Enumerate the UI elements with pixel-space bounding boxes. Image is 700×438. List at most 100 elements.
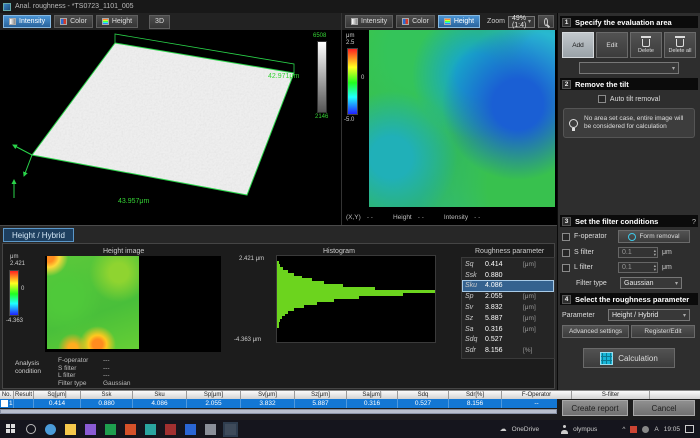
l-filter-checkbox[interactable]	[562, 264, 570, 272]
zoom-dropdown[interactable]: 49%(1:4)▾	[508, 16, 535, 28]
results-cell: 0.414	[34, 399, 81, 408]
2d-scale-unit: μm	[346, 33, 354, 39]
section-tilt-header: 2 Remove the tilt	[560, 78, 698, 90]
add-area-button[interactable]: Add	[562, 32, 594, 58]
notification-icon[interactable]	[685, 425, 694, 433]
clock[interactable]: 19:05	[664, 426, 680, 433]
status-value: - -	[367, 214, 373, 221]
f-operator-checkbox[interactable]	[562, 233, 570, 241]
status-label: Height	[393, 214, 412, 221]
intensity-button-3d[interactable]: Intensity	[3, 15, 51, 28]
roughness-row[interactable]: Ssk0.880	[463, 270, 553, 281]
tray-app-icon[interactable]	[630, 426, 637, 433]
intensity-icon	[351, 18, 358, 25]
status-value: - -	[474, 214, 480, 221]
condition-value: ---	[103, 372, 110, 379]
results-cell: --	[502, 399, 557, 408]
filter-type-dropdown[interactable]: Gaussian▾	[620, 277, 682, 289]
explorer-icon[interactable]	[65, 424, 76, 435]
teams-icon[interactable]	[145, 424, 156, 435]
app-active-icon[interactable]	[225, 424, 236, 435]
height-image[interactable]	[47, 256, 139, 349]
auto-tilt-checkbox[interactable]	[598, 95, 606, 103]
results-cell: 8.156	[449, 399, 502, 408]
word-icon[interactable]	[185, 424, 196, 435]
s-filter-input[interactable]: 0.1▴▾	[618, 247, 658, 258]
tilt-note-text: No area set case, entire image will be c…	[584, 115, 689, 131]
tilt-note-box: No area set case, entire image will be c…	[563, 108, 695, 138]
height-colorbar	[347, 48, 358, 115]
results-table-row[interactable]: ✓10.4140.8804.0862.0553.8325.8870.3160.5…	[0, 399, 557, 408]
excel-icon[interactable]	[105, 424, 116, 435]
3d-mode-button[interactable]: 3D	[149, 15, 170, 29]
user-label[interactable]: olympus	[573, 426, 597, 433]
powerpoint-icon[interactable]	[125, 424, 136, 435]
calculation-button[interactable]: Calculation	[583, 348, 675, 368]
parameter-label: Parameter	[562, 312, 604, 319]
results-header-cell: Ssk	[81, 391, 133, 399]
area-select-dropdown[interactable]: ▾	[579, 62, 679, 74]
height-button-2d[interactable]: Height	[438, 15, 480, 28]
height-icon	[102, 18, 109, 25]
roughness-row[interactable]: Sdr8.156[%]	[463, 345, 553, 356]
edit-area-button[interactable]: Edit	[596, 32, 628, 58]
create-report-button[interactable]: Create report	[562, 400, 628, 416]
l-filter-input[interactable]: 0.1▴▾	[618, 262, 658, 273]
start-button[interactable]	[6, 424, 16, 434]
results-cell: 3.832	[241, 399, 295, 408]
magnifier-button[interactable]	[538, 15, 554, 28]
s-filter-checkbox[interactable]	[562, 249, 570, 257]
roughness-row[interactable]: Sku4.086	[463, 281, 553, 292]
delete-all-button[interactable]: Delete all	[664, 32, 696, 58]
roughness-row[interactable]: Sq0.414[μm]	[463, 259, 553, 270]
section-parameter-header: 4 Select the roughness parameter	[560, 293, 698, 305]
2d-scale-mid: 0	[361, 75, 364, 81]
register-edit-button[interactable]: Register/Edit	[631, 325, 695, 338]
chrome-icon[interactable]	[45, 424, 56, 435]
roughness-row[interactable]: Sv3.832[μm]	[463, 302, 553, 313]
app-purple-icon[interactable]	[85, 424, 96, 435]
results-header-cell: Sdr[%]	[449, 391, 502, 399]
condition-label: S filter	[58, 365, 76, 372]
roughness-row[interactable]: Sdq0.527	[463, 335, 553, 346]
toolbar-3d: Intensity Color Height 3D	[0, 13, 341, 30]
results-header-cell: Result	[14, 391, 34, 399]
language-indicator[interactable]: A	[654, 426, 658, 433]
tray-expand-arrow[interactable]: ^	[622, 426, 625, 433]
filter-type-label: Filter type	[576, 280, 616, 287]
results-header-cell: Sz[μm]	[295, 391, 347, 399]
magnifier-icon	[544, 18, 548, 26]
app-darkred-icon[interactable]	[165, 424, 176, 435]
app-gray-icon[interactable]	[205, 424, 216, 435]
results-header-cell: Sdq	[398, 391, 449, 399]
color-button-3d[interactable]: Color	[54, 15, 93, 28]
results-header-cell: Sq[μm]	[34, 391, 81, 399]
row-checkbox[interactable]: ✓	[1, 400, 8, 407]
results-header-cell: Sa[μm]	[347, 391, 398, 399]
onedrive-label[interactable]: OneDrive	[512, 426, 539, 433]
tab-height-hybrid[interactable]: Height / Hybrid	[3, 228, 74, 242]
color-button-2d[interactable]: Color	[396, 15, 435, 28]
tray-settings-icon[interactable]	[642, 426, 649, 433]
condition-value: ---	[103, 357, 110, 364]
intensity-button-2d[interactable]: Intensity	[345, 15, 393, 28]
roughness-row[interactable]: Sz5.887[μm]	[463, 313, 553, 324]
height-button-3d[interactable]: Height	[96, 15, 138, 28]
auto-tilt-label: Auto tilt removal	[610, 96, 660, 103]
cortana-icon[interactable]	[26, 424, 36, 434]
results-cell: 2.055	[187, 399, 241, 408]
delete-area-button[interactable]: Delete	[630, 32, 662, 58]
horizontal-scrollbar[interactable]	[0, 409, 557, 414]
form-removal-button[interactable]: Form removal	[618, 230, 690, 243]
results-header-cell: S-filter	[572, 391, 650, 399]
parameter-dropdown[interactable]: Height / Hybrid▾	[608, 309, 690, 321]
surface-3d-canvas[interactable]	[0, 30, 341, 225]
roughness-row[interactable]: Sa0.316[μm]	[463, 324, 553, 335]
condition-label: L filter	[58, 372, 75, 379]
advanced-settings-button[interactable]: Advanced settings	[562, 325, 629, 338]
app-icon	[3, 3, 11, 11]
height-map-2d[interactable]	[369, 30, 555, 207]
filter-help-icon[interactable]: ?	[692, 217, 696, 226]
cancel-button[interactable]: Cancel	[633, 400, 695, 416]
roughness-row[interactable]: Sp2.055[μm]	[463, 291, 553, 302]
